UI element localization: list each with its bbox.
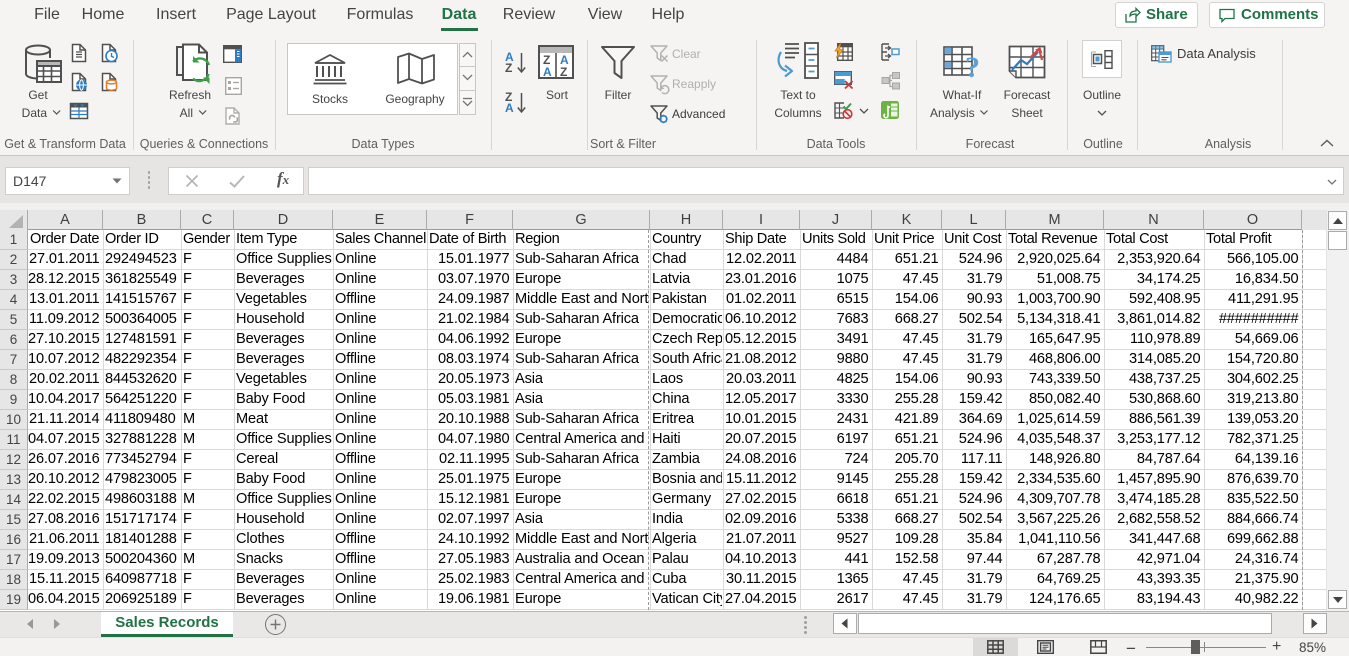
svg-text:A: A: [543, 65, 552, 79]
svg-text:?: ?: [965, 51, 980, 84]
svg-text:Z: Z: [560, 65, 567, 79]
